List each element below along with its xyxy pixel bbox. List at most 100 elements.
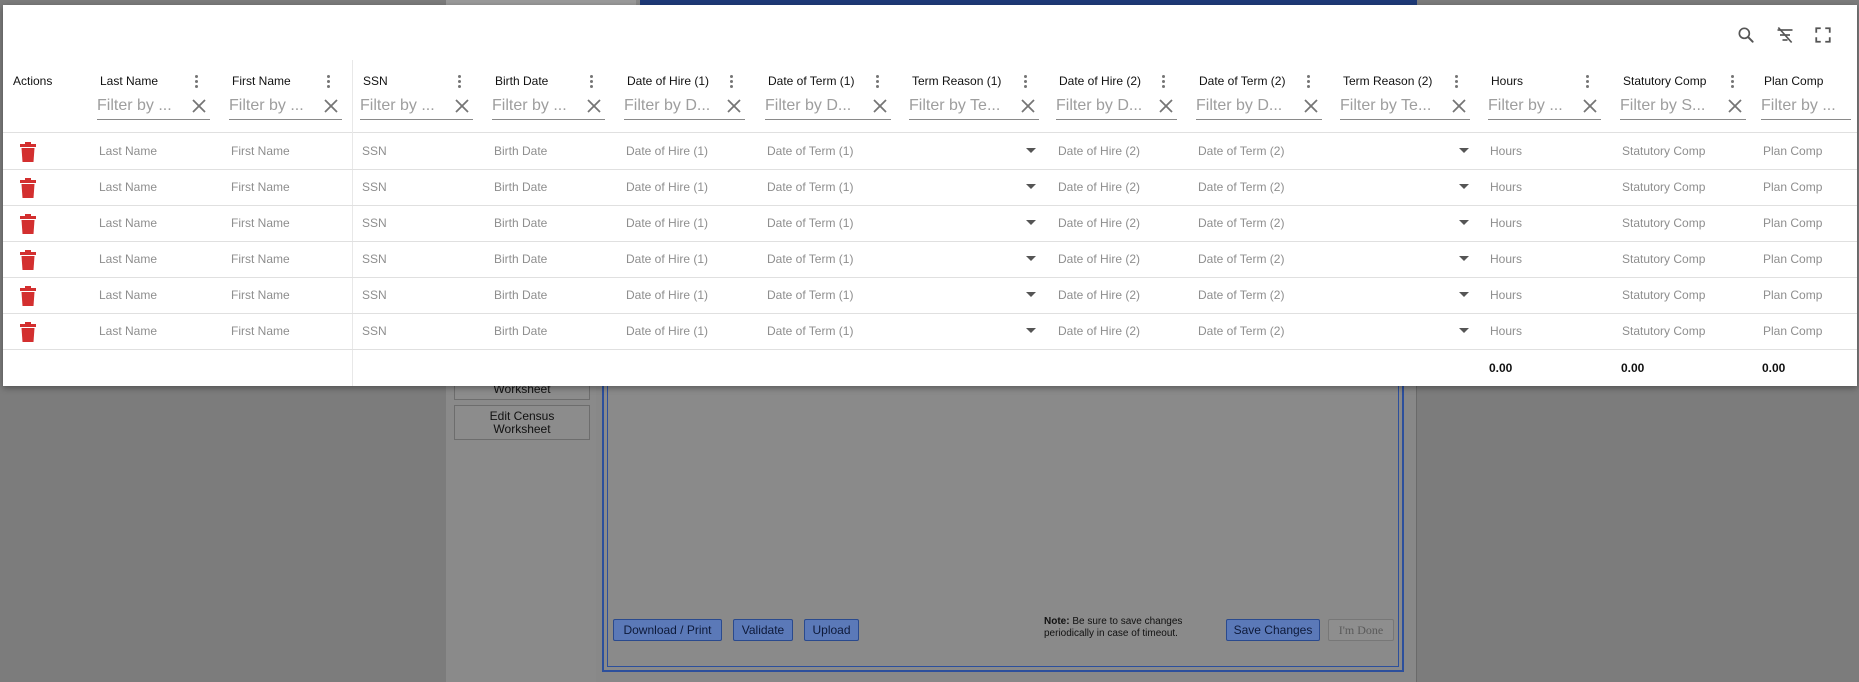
cell-plan-comp[interactable]: Plan Comp [1763, 241, 1822, 277]
cell-birth-date[interactable]: Birth Date [494, 133, 547, 169]
cell-ssn[interactable]: SSN [362, 133, 387, 169]
clear-filter-icon[interactable] [453, 97, 471, 115]
validate-button[interactable]: Validate [733, 619, 793, 641]
cell-hours[interactable]: Hours [1490, 205, 1522, 241]
cell-ssn[interactable]: SSN [362, 241, 387, 277]
cell-hours[interactable]: Hours [1490, 169, 1522, 205]
cell-first-name[interactable]: First Name [231, 205, 290, 241]
cell-ssn[interactable]: SSN [362, 205, 387, 241]
cell-date-of-term-1[interactable]: Date of Term (1) [767, 205, 853, 241]
download-print-button[interactable]: Download / Print [613, 619, 722, 641]
clear-filter-icon[interactable] [1157, 97, 1175, 115]
cell-ssn[interactable]: SSN [362, 169, 387, 205]
column-header-actions[interactable]: Actions [11, 60, 81, 132]
column-menu-icon[interactable] [1157, 72, 1169, 90]
column-menu-icon[interactable] [1450, 72, 1462, 90]
fullscreen-icon[interactable] [1811, 23, 1835, 47]
cell-last-name[interactable]: Last Name [99, 133, 157, 169]
clear-filter-icon[interactable] [190, 97, 208, 115]
cell-date-of-hire-2[interactable]: Date of Hire (2) [1058, 277, 1140, 313]
edit-census-worksheet-button[interactable]: Edit Census Worksheet [454, 405, 590, 440]
cell-last-name[interactable]: Last Name [99, 277, 157, 313]
cell-date-of-hire-2[interactable]: Date of Hire (2) [1058, 169, 1140, 205]
cell-hours[interactable]: Hours [1490, 313, 1522, 349]
column-header-term-reason-1[interactable]: Term Reason (1) [909, 60, 1043, 132]
cell-hours[interactable]: Hours [1490, 241, 1522, 277]
column-menu-icon[interactable] [871, 72, 883, 90]
cell-first-name[interactable]: First Name [231, 169, 290, 205]
cell-date-of-hire-2[interactable]: Date of Hire (2) [1058, 241, 1140, 277]
clear-filter-icon[interactable] [1450, 97, 1468, 115]
cell-first-name[interactable]: First Name [231, 133, 290, 169]
cell-date-of-hire-1[interactable]: Date of Hire (1) [626, 205, 708, 241]
cell-date-of-term-1[interactable]: Date of Term (1) [767, 313, 853, 349]
filter-input-term-reason-1[interactable] [909, 94, 1013, 118]
cell-plan-comp[interactable]: Plan Comp [1763, 277, 1822, 313]
term-reason-dropdown-arrow-icon[interactable] [1459, 292, 1469, 297]
cell-birth-date[interactable]: Birth Date [494, 205, 547, 241]
term-reason-dropdown-arrow-icon[interactable] [1459, 328, 1469, 333]
upload-button[interactable]: Upload [804, 619, 859, 641]
filter-input-date-of-term-1[interactable] [765, 94, 865, 118]
filter-input-ssn[interactable] [360, 94, 447, 118]
clear-filter-icon[interactable] [1581, 97, 1599, 115]
filter-input-last-name[interactable] [97, 94, 184, 118]
cell-hours[interactable]: Hours [1490, 133, 1522, 169]
term-reason-dropdown-arrow-icon[interactable] [1026, 184, 1036, 189]
cell-date-of-term-2[interactable]: Date of Term (2) [1198, 133, 1284, 169]
cell-plan-comp[interactable]: Plan Comp [1763, 313, 1822, 349]
term-reason-dropdown-arrow-icon[interactable] [1459, 220, 1469, 225]
column-menu-icon[interactable] [1581, 72, 1593, 90]
column-header-term-reason-2[interactable]: Term Reason (2) [1340, 60, 1474, 132]
column-menu-icon[interactable] [585, 72, 597, 90]
term-reason-dropdown-arrow-icon[interactable] [1459, 184, 1469, 189]
cell-date-of-term-1[interactable]: Date of Term (1) [767, 133, 853, 169]
cell-last-name[interactable]: Last Name [99, 241, 157, 277]
filter-input-date-of-hire-1[interactable] [624, 94, 719, 118]
cell-statutory-comp[interactable]: Statutory Comp [1622, 241, 1705, 277]
cell-date-of-hire-1[interactable]: Date of Hire (1) [626, 241, 708, 277]
im-done-button[interactable]: I'm Done [1328, 619, 1394, 641]
cell-date-of-hire-1[interactable]: Date of Hire (1) [626, 133, 708, 169]
cell-statutory-comp[interactable]: Statutory Comp [1622, 169, 1705, 205]
cell-date-of-hire-2[interactable]: Date of Hire (2) [1058, 313, 1140, 349]
column-menu-icon[interactable] [453, 72, 465, 90]
cell-plan-comp[interactable]: Plan Comp [1763, 169, 1822, 205]
cell-date-of-hire-2[interactable]: Date of Hire (2) [1058, 133, 1140, 169]
cell-date-of-term-2[interactable]: Date of Term (2) [1198, 169, 1284, 205]
cell-statutory-comp[interactable]: Statutory Comp [1622, 205, 1705, 241]
cell-hours[interactable]: Hours [1490, 277, 1522, 313]
term-reason-dropdown-arrow-icon[interactable] [1026, 220, 1036, 225]
term-reason-dropdown-arrow-icon[interactable] [1026, 256, 1036, 261]
cell-date-of-hire-1[interactable]: Date of Hire (1) [626, 169, 708, 205]
column-header-date-of-term-2[interactable]: Date of Term (2) [1196, 60, 1326, 132]
cell-date-of-term-1[interactable]: Date of Term (1) [767, 277, 853, 313]
filter-input-first-name[interactable] [229, 94, 316, 118]
filter-clear-icon[interactable] [1773, 23, 1797, 47]
cell-date-of-hire-1[interactable]: Date of Hire (1) [626, 277, 708, 313]
filter-input-date-of-hire-2[interactable] [1056, 94, 1151, 118]
column-menu-icon[interactable] [1726, 72, 1738, 90]
cell-plan-comp[interactable]: Plan Comp [1763, 133, 1822, 169]
cell-ssn[interactable]: SSN [362, 313, 387, 349]
cell-first-name[interactable]: First Name [231, 241, 290, 277]
clear-filter-icon[interactable] [1019, 97, 1037, 115]
delete-row-icon[interactable] [20, 250, 38, 270]
cell-birth-date[interactable]: Birth Date [494, 169, 547, 205]
column-header-plan-comp[interactable]: Plan Comp [1761, 60, 1857, 132]
delete-row-icon[interactable] [20, 286, 38, 306]
clear-filter-icon[interactable] [322, 97, 340, 115]
term-reason-dropdown-arrow-icon[interactable] [1459, 148, 1469, 153]
column-menu-icon[interactable] [725, 72, 737, 90]
column-header-statutory-comp[interactable]: Statutory Comp [1620, 60, 1750, 132]
clear-filter-icon[interactable] [1726, 97, 1744, 115]
filter-input-plan-comp[interactable] [1761, 94, 1841, 118]
column-header-birth-date[interactable]: Birth Date [492, 60, 609, 132]
column-header-date-of-term-1[interactable]: Date of Term (1) [765, 60, 895, 132]
cell-date-of-term-2[interactable]: Date of Term (2) [1198, 313, 1284, 349]
cell-ssn[interactable]: SSN [362, 277, 387, 313]
cell-first-name[interactable]: First Name [231, 313, 290, 349]
cell-date-of-term-2[interactable]: Date of Term (2) [1198, 241, 1284, 277]
column-menu-icon[interactable] [190, 72, 202, 90]
delete-row-icon[interactable] [20, 322, 38, 342]
